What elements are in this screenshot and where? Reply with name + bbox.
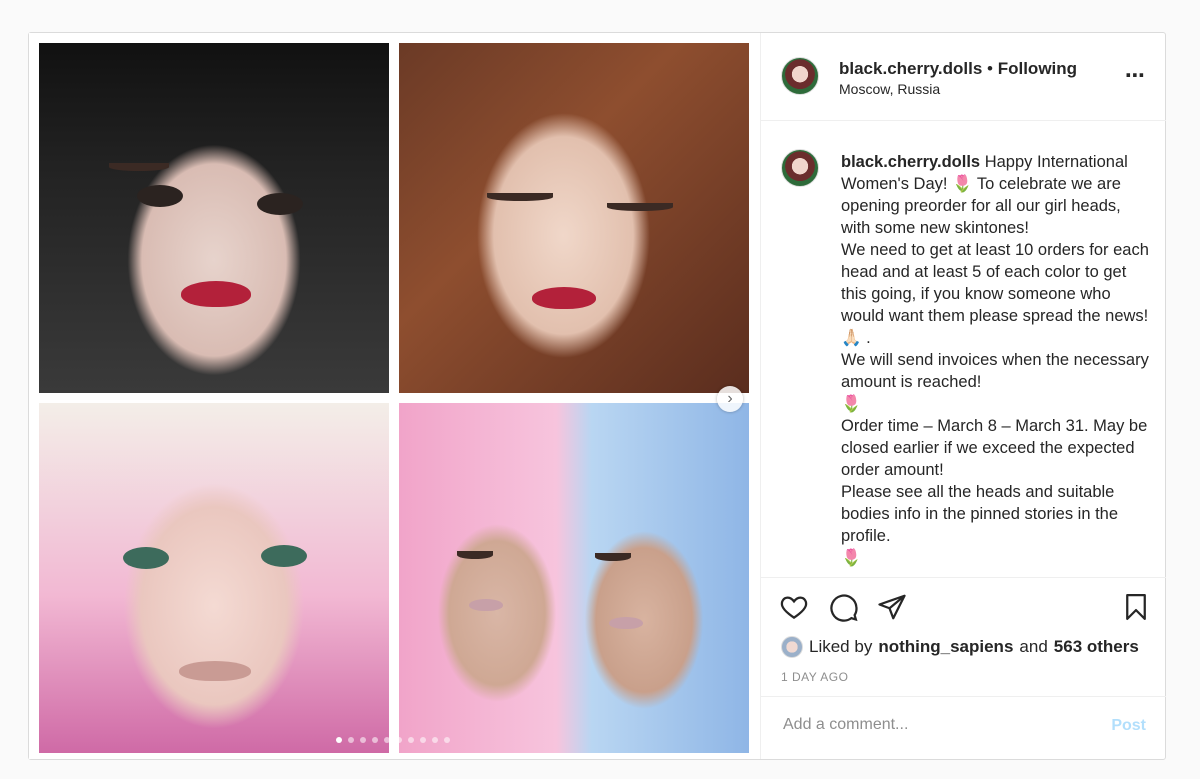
- bookmark-icon[interactable]: [1121, 592, 1151, 622]
- caption-line: Order time – March 8 – March 31. May be …: [841, 417, 1148, 479]
- carousel-dot: [420, 737, 426, 743]
- heart-icon[interactable]: [779, 592, 809, 622]
- likes-connector: and: [1019, 637, 1048, 656]
- comment-icon[interactable]: [829, 592, 859, 622]
- caption-scroll-area[interactable]: black.cherry.dolls Happy International W…: [761, 121, 1166, 577]
- carousel-dot: [360, 737, 366, 743]
- post-card: › black.cherry.dolls • Following Moscow,…: [28, 32, 1166, 760]
- caption-line: 🌷: [841, 395, 862, 413]
- profile-username-link[interactable]: black.cherry.dolls: [839, 59, 982, 78]
- liker-username-link[interactable]: nothing_sapiens: [878, 637, 1013, 657]
- profile-avatar[interactable]: [781, 57, 819, 95]
- carousel-dot: [432, 737, 438, 743]
- following-button[interactable]: Following: [998, 59, 1077, 78]
- caption-line: 🌷: [841, 549, 862, 567]
- doll-photo-2: [399, 43, 749, 393]
- likes-prefix: Liked by: [809, 637, 873, 656]
- comment-form: Post: [761, 696, 1166, 761]
- caption-line: We will send invoices when the necessary…: [841, 351, 1149, 391]
- share-icon[interactable]: [877, 592, 907, 622]
- more-options-icon[interactable]: ⋯: [1125, 63, 1146, 88]
- likes-count-link[interactable]: 563 others: [1054, 637, 1139, 657]
- post-timestamp[interactable]: 1 DAY AGO: [781, 670, 848, 684]
- header-separator: •: [982, 59, 998, 78]
- carousel-dot: [372, 737, 378, 743]
- chevron-right-icon: ›: [727, 390, 733, 407]
- likes-summary: Liked by nothing_sapiens and 563 others: [781, 636, 1139, 658]
- comment-input[interactable]: [781, 715, 1085, 735]
- post-sidebar: black.cherry.dolls • Following Moscow, R…: [760, 33, 1166, 759]
- carousel-dot-active: [336, 737, 342, 743]
- post-comment-button[interactable]: Post: [1111, 717, 1146, 735]
- liker-avatar[interactable]: [781, 636, 803, 658]
- carousel-dot: [384, 737, 390, 743]
- caption-avatar[interactable]: [781, 149, 819, 187]
- caption-username-link[interactable]: black.cherry.dolls: [841, 153, 980, 171]
- doll-photo-4: [399, 403, 749, 753]
- carousel-dot: [348, 737, 354, 743]
- carousel-dot: [444, 737, 450, 743]
- carousel-indicator: [336, 737, 450, 743]
- location-link[interactable]: Moscow, Russia: [839, 81, 940, 97]
- next-photo-button[interactable]: ›: [717, 386, 743, 412]
- action-icons-row: [779, 592, 1151, 622]
- carousel-dot: [408, 737, 414, 743]
- doll-photo-3: [39, 403, 389, 753]
- header-user-line: black.cherry.dolls • Following: [839, 59, 1077, 79]
- caption-line: Please see all the heads and suitable bo…: [841, 483, 1119, 545]
- post-media-carousel[interactable]: ›: [29, 33, 759, 759]
- post-header: black.cherry.dolls • Following Moscow, R…: [761, 33, 1166, 121]
- post-caption: black.cherry.dolls Happy International W…: [841, 151, 1153, 569]
- doll-photo-1: [39, 43, 389, 393]
- carousel-dot: [396, 737, 402, 743]
- post-actions: Liked by nothing_sapiens and 563 others …: [761, 577, 1166, 760]
- caption-line: We need to get at least 10 orders for ea…: [841, 241, 1149, 347]
